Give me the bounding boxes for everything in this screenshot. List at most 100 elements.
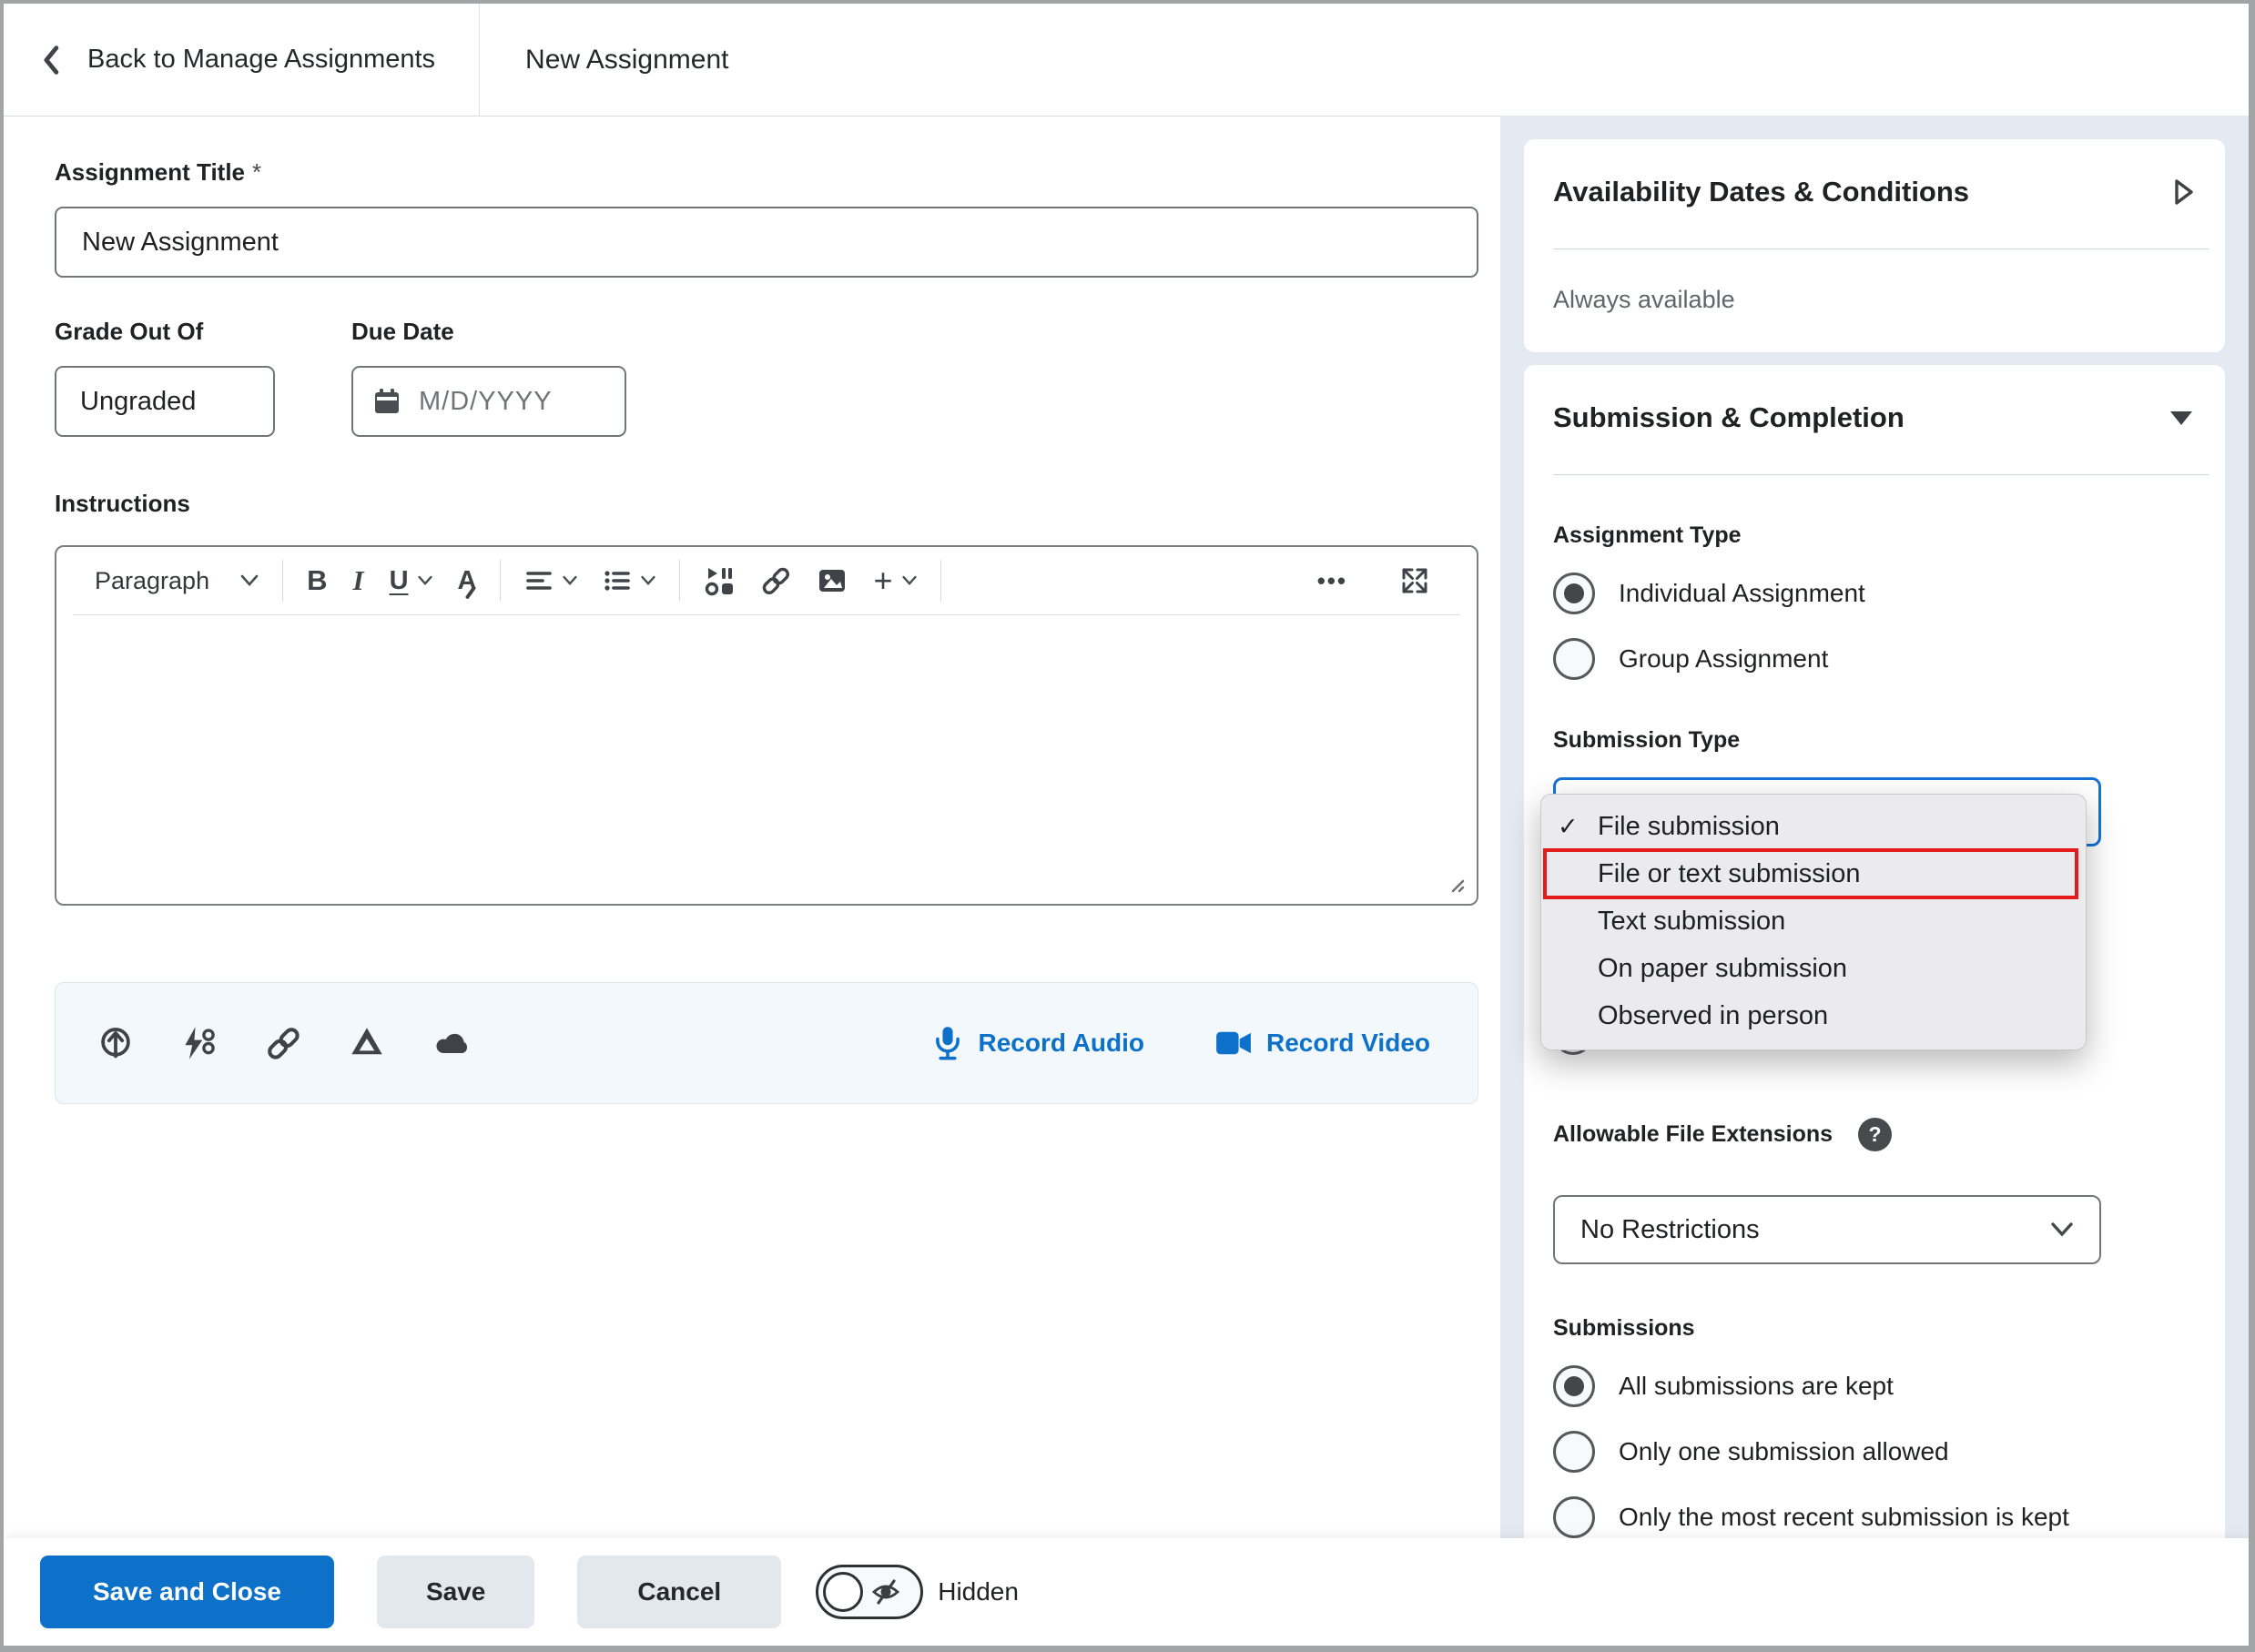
availability-status: Always available (1553, 286, 2196, 318)
settings-sidebar: Availability Dates & Conditions Always a… (1500, 116, 2249, 1538)
image-icon (817, 565, 848, 596)
insert-link-button[interactable] (747, 556, 804, 605)
record-video-button[interactable]: Record Video (1210, 1028, 1436, 1059)
calendar-icon (371, 386, 402, 417)
align-dropdown[interactable] (512, 556, 590, 605)
grade-out-of-input[interactable] (55, 366, 275, 437)
chevron-down-icon (240, 574, 259, 587)
record-audio-button[interactable]: Record Audio (927, 1024, 1150, 1062)
toolbar-divider (500, 560, 501, 602)
resize-handle[interactable] (1446, 874, 1466, 898)
more-actions-button[interactable]: ••• (1305, 556, 1360, 605)
align-icon (524, 566, 554, 595)
insert-more-dropdown[interactable]: + (860, 556, 929, 605)
dropdown-option-file-submission[interactable]: ✓ File submission (1545, 803, 2077, 850)
save-button[interactable]: Save (377, 1556, 534, 1628)
new-assignment-page: Back to Manage Assignments New Assignmen… (0, 0, 2255, 1652)
eye-slash-icon (870, 1576, 901, 1607)
radio-group-assignment[interactable]: Group Assignment (1553, 638, 2196, 680)
google-drive-button[interactable] (349, 1025, 385, 1061)
due-date-placeholder: M/D/YYYY (419, 387, 553, 417)
link-icon (265, 1025, 301, 1061)
insert-stuff-icon (704, 565, 735, 596)
dropdown-option-text-submission[interactable]: Text submission (1545, 897, 2077, 945)
fullscreen-button[interactable] (1387, 556, 1442, 605)
dropdown-option-file-or-text-submission[interactable]: File or text submission (1545, 850, 2077, 897)
paragraph-style-dropdown[interactable]: Paragraph (75, 556, 271, 605)
attach-existing-activity-button[interactable] (181, 1025, 218, 1061)
chevron-down-triangle-icon (2167, 407, 2196, 429)
insert-image-button[interactable] (804, 556, 860, 605)
radio-only-one-submission[interactable]: Only one submission allowed (1553, 1431, 2196, 1473)
editor-toolbar: Paragraph B I U A (56, 547, 1477, 614)
submissions-label: Submissions (1553, 1315, 2196, 1342)
attach-weblink-button[interactable] (265, 1025, 301, 1061)
due-date-input[interactable]: M/D/YYYY (351, 366, 626, 437)
toggle-knob[interactable] (823, 1572, 863, 1612)
underline-dropdown[interactable]: U (377, 556, 445, 605)
allowable-file-extensions-row: Allowable File Extensions ? (1553, 1118, 2196, 1151)
availability-card-header[interactable]: Availability Dates & Conditions (1553, 176, 2196, 208)
page-title: New Assignment (480, 4, 728, 116)
back-label: Back to Manage Assignments (87, 45, 435, 75)
submission-type-label: Submission Type (1553, 727, 2196, 754)
upload-icon (97, 1025, 134, 1061)
header: Back to Manage Assignments New Assignmen… (4, 4, 2249, 117)
onedrive-cloud-icon (432, 1025, 472, 1061)
link-icon (760, 565, 791, 596)
bullet-list-icon (603, 566, 632, 595)
toolbar-divider (679, 560, 680, 602)
assignment-title-input[interactable] (55, 207, 1478, 278)
chevron-down-icon (418, 575, 432, 586)
radio-button[interactable] (1553, 1431, 1595, 1473)
radio-individual-assignment[interactable]: Individual Assignment (1553, 573, 2196, 614)
grade-out-of-label: Grade Out Of (55, 318, 275, 346)
list-dropdown[interactable] (590, 556, 668, 605)
submission-type-dropdown-menu: ✓ File submission File or text submissio… (1540, 794, 2087, 1050)
video-camera-icon (1215, 1029, 1252, 1058)
dropdown-option-on-paper-submission[interactable]: On paper submission (1545, 945, 2077, 992)
visibility-toggle[interactable] (816, 1565, 923, 1619)
visibility-toggle-label: Hidden (938, 1577, 1019, 1606)
bold-button[interactable]: B (294, 556, 340, 605)
radio-button-checked[interactable] (1553, 573, 1595, 614)
help-icon[interactable]: ? (1858, 1118, 1892, 1151)
assignment-title-label: Assignment Title* (55, 158, 261, 186)
required-asterisk: * (252, 158, 261, 186)
font-color-button[interactable]: A (445, 556, 490, 605)
radio-most-recent-submission[interactable]: Only the most recent submission is kept (1553, 1496, 2196, 1538)
microphone-icon (932, 1025, 963, 1061)
assignment-type-label: Assignment Type (1553, 522, 2196, 549)
google-drive-icon (349, 1025, 385, 1061)
file-extensions-select[interactable]: No Restrictions (1553, 1195, 2101, 1264)
main-content: Assignment Title* Grade Out Of Due Date (4, 117, 1510, 1538)
fullscreen-icon (1400, 566, 1429, 595)
chevron-left-icon (38, 45, 66, 76)
submission-card-header[interactable]: Submission & Completion (1553, 401, 2196, 434)
checkmark-icon: ✓ (1558, 813, 1579, 841)
instructions-label: Instructions (55, 490, 1478, 518)
availability-card: Availability Dates & Conditions Always a… (1524, 139, 2225, 352)
radio-button-checked[interactable] (1553, 1365, 1595, 1407)
editor-text-area[interactable] (56, 615, 1477, 906)
action-footer: Save and Close Save Cancel Hidden (4, 1538, 2249, 1646)
back-to-manage-assignments-link[interactable]: Back to Manage Assignments (4, 4, 479, 116)
save-and-close-button[interactable]: Save and Close (40, 1556, 334, 1628)
cancel-button[interactable]: Cancel (577, 1556, 781, 1628)
grade-due-row: Grade Out Of Due Date M/D/YYYY (55, 318, 1478, 437)
onedrive-button[interactable] (432, 1025, 472, 1061)
card-divider (1553, 248, 2209, 249)
radio-button[interactable] (1553, 638, 1595, 680)
upload-file-button[interactable] (97, 1025, 134, 1061)
dropdown-option-observed-in-person[interactable]: Observed in person (1545, 992, 2077, 1039)
toolbar-divider (282, 560, 283, 602)
radio-all-submissions-kept[interactable]: All submissions are kept (1553, 1365, 2196, 1407)
radio-button[interactable] (1553, 1496, 1595, 1538)
insert-stuff-button[interactable] (691, 556, 747, 605)
submission-title: Submission & Completion (1553, 401, 1905, 434)
chevron-right-triangle-icon (2172, 177, 2196, 207)
chevron-down-icon (2050, 1222, 2074, 1237)
due-date-label: Due Date (351, 318, 626, 346)
card-divider (1553, 474, 2209, 475)
italic-button[interactable]: I (340, 556, 376, 605)
